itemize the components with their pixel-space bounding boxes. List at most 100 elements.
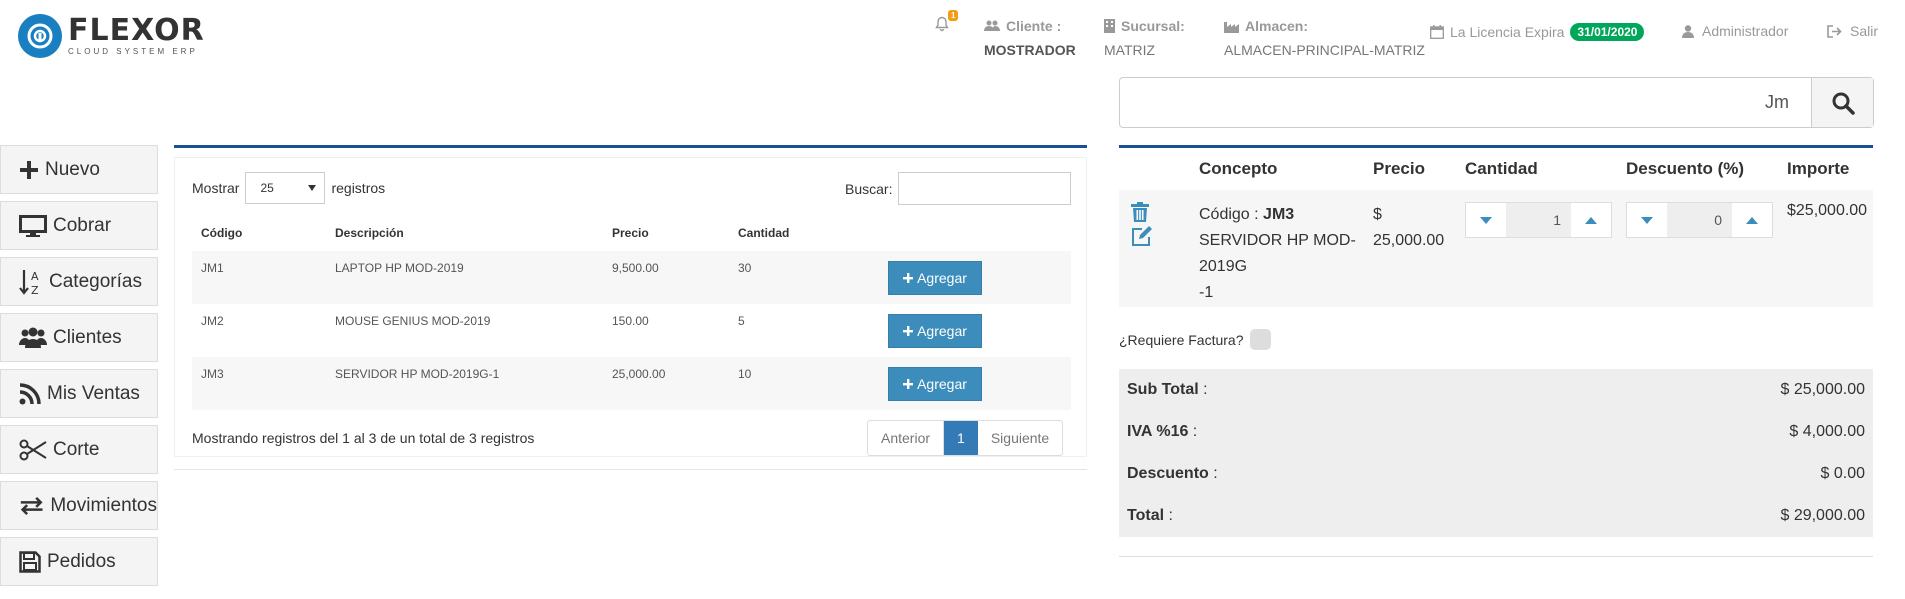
sidebar-item-movimientos[interactable]: Movimientos: [0, 481, 158, 530]
almacen-info[interactable]: Almacen: ALMACEN-PRINCIPAL-MATRIZ: [1224, 18, 1425, 58]
scissors-icon: [19, 439, 47, 460]
label-separator: :: [1188, 423, 1198, 440]
rss-icon: [19, 382, 41, 404]
search-label: Buscar:: [845, 180, 893, 197]
sidebar-item-label: Movimientos: [50, 494, 157, 516]
pagination-previous[interactable]: Anterior: [868, 421, 945, 455]
subtotal-value: $ 25,000.00: [1780, 381, 1865, 398]
column-header-action: [879, 215, 1071, 251]
user-menu[interactable]: Administrador: [1682, 23, 1788, 39]
search-button[interactable]: [1811, 78, 1873, 127]
sidebar-item-label: Cobrar: [53, 214, 112, 236]
label-separator: :: [1164, 507, 1173, 524]
search-icon: [1832, 92, 1855, 115]
almacen-label: Almacen:: [1245, 18, 1309, 34]
discount-decrease-button[interactable]: [1627, 203, 1667, 237]
product-search-input[interactable]: Jm: [1120, 78, 1811, 127]
plus-icon: [20, 160, 38, 179]
iva-value: $ 4,000.00: [1789, 423, 1865, 440]
column-header-precio[interactable]: Precio: [603, 215, 729, 251]
sidebar: Nuevo Cobrar AZ Categorías Clientes Mis …: [0, 145, 158, 593]
delete-item-button[interactable]: [1131, 202, 1199, 222]
pagination-next[interactable]: Siguiente: [978, 421, 1062, 455]
logo[interactable]: FLEXOR CLOUD SYSTEM ERP: [18, 14, 205, 58]
sidebar-item-categorias[interactable]: AZ Categorías: [0, 257, 158, 306]
total-label: Total: [1127, 507, 1165, 524]
discount-input[interactable]: 0: [1667, 203, 1732, 237]
add-button-label: Agregar: [917, 375, 967, 392]
cart-column-cantidad: Cantidad: [1465, 159, 1538, 178]
sidebar-item-cobrar[interactable]: Cobrar: [0, 201, 158, 250]
sidebar-item-corte[interactable]: Corte: [0, 425, 158, 474]
iva-row: IVA %16 : $ 4,000.00: [1119, 411, 1873, 453]
caret-down-icon: [1641, 216, 1653, 224]
products-table: Código Descripción Precio Cantidad JM1 L…: [192, 215, 1071, 410]
cliente-info[interactable]: Cliente : MOSTRADOR: [984, 18, 1076, 58]
pagination-page[interactable]: 1: [944, 421, 978, 455]
caret-down-icon: [1480, 216, 1492, 224]
price-value: 25,000.00: [1373, 232, 1445, 249]
logo-tagline: CLOUD SYSTEM ERP: [68, 47, 198, 56]
products-panel: Mostrar 25 registros Buscar: Código Desc…: [174, 145, 1087, 470]
table-row: JM3 SERVIDOR HP MOD-2019G-1 25,000.00 10…: [192, 357, 1071, 410]
item-code: JM3: [1263, 206, 1295, 223]
totals-table: Sub Total : $ 25,000.00 IVA %16 : $ 4,00…: [1119, 369, 1873, 537]
column-header-codigo[interactable]: Código: [192, 215, 326, 251]
cart-column-concepto: Concepto: [1199, 159, 1278, 178]
plus-icon: [903, 378, 914, 389]
plus-icon: [903, 325, 914, 336]
column-header-cantidad[interactable]: Cantidad: [729, 215, 879, 251]
column-header-descripcion[interactable]: Descripción: [326, 215, 603, 251]
cliente-value: MOSTRADOR: [984, 42, 1076, 58]
quantity-decrease-button[interactable]: [1466, 203, 1506, 237]
edit-icon: [1132, 226, 1152, 246]
edit-item-button[interactable]: [1131, 226, 1199, 246]
discount-increase-button[interactable]: [1732, 203, 1772, 237]
add-button-label: Agregar: [917, 269, 967, 286]
cell-price: 9,500.00: [603, 251, 729, 304]
add-product-button[interactable]: Agregar: [888, 313, 982, 348]
notifications-button[interactable]: 1: [934, 10, 959, 32]
item-description-line: 2019G: [1199, 258, 1248, 275]
sidebar-item-nuevo[interactable]: Nuevo: [0, 145, 158, 194]
sidebar-item-clientes[interactable]: Clientes: [0, 313, 158, 362]
invoice-toggle[interactable]: ¿Requiere Factura?: [1119, 329, 1271, 350]
license-info: La Licencia Expira 31/01/2020: [1430, 23, 1645, 41]
price-currency: $: [1373, 206, 1382, 223]
cart-header-row: Concepto Precio Cantidad Descuento (%) I…: [1119, 148, 1873, 190]
table-row: JM1 LAPTOP HP MOD-2019 9,500.00 30 Agreg…: [192, 251, 1071, 304]
sidebar-item-label: Mis Ventas: [47, 382, 140, 404]
item-code-label: Código :: [1199, 206, 1259, 223]
add-product-button[interactable]: Agregar: [888, 260, 982, 295]
invoice-label: ¿Requiere Factura?: [1119, 331, 1244, 348]
caret-up-icon: [1746, 216, 1758, 224]
cell-code: JM1: [192, 251, 326, 304]
iva-label: IVA %16: [1127, 423, 1189, 440]
invoice-checkbox[interactable]: [1249, 329, 1271, 350]
total-row: Total : $ 29,000.00: [1119, 495, 1873, 537]
user-icon: [1682, 24, 1694, 38]
sidebar-item-label: Corte: [53, 438, 100, 460]
sidebar-item-pedidos[interactable]: Pedidos: [0, 537, 158, 586]
monitor-icon: [19, 214, 47, 237]
cell-code: JM2: [201, 314, 224, 328]
trash-icon: [1131, 202, 1149, 222]
quantity-input[interactable]: 1: [1506, 203, 1571, 237]
calendar-icon: [1430, 25, 1444, 39]
table-search: Buscar:: [845, 172, 1072, 205]
sidebar-item-label: Pedidos: [47, 550, 116, 572]
label-separator: :: [1198, 381, 1208, 398]
logout-link[interactable]: Salir: [1827, 23, 1878, 39]
cell-quantity: 30: [729, 251, 879, 304]
sidebar-item-mis-ventas[interactable]: Mis Ventas: [0, 369, 158, 418]
cart-column-precio: Precio: [1373, 159, 1425, 178]
discount-label: Descuento: [1127, 465, 1209, 482]
sucursal-info[interactable]: Sucursal: MATRIZ: [1104, 18, 1185, 58]
quantity-increase-button[interactable]: [1571, 203, 1611, 237]
add-product-button[interactable]: Agregar: [888, 366, 982, 401]
records-label: registros: [331, 180, 386, 196]
users-icon: [984, 20, 1000, 31]
page-length-select[interactable]: 25: [245, 172, 326, 204]
show-label: Mostrar: [192, 180, 240, 196]
table-search-input[interactable]: [898, 172, 1072, 205]
